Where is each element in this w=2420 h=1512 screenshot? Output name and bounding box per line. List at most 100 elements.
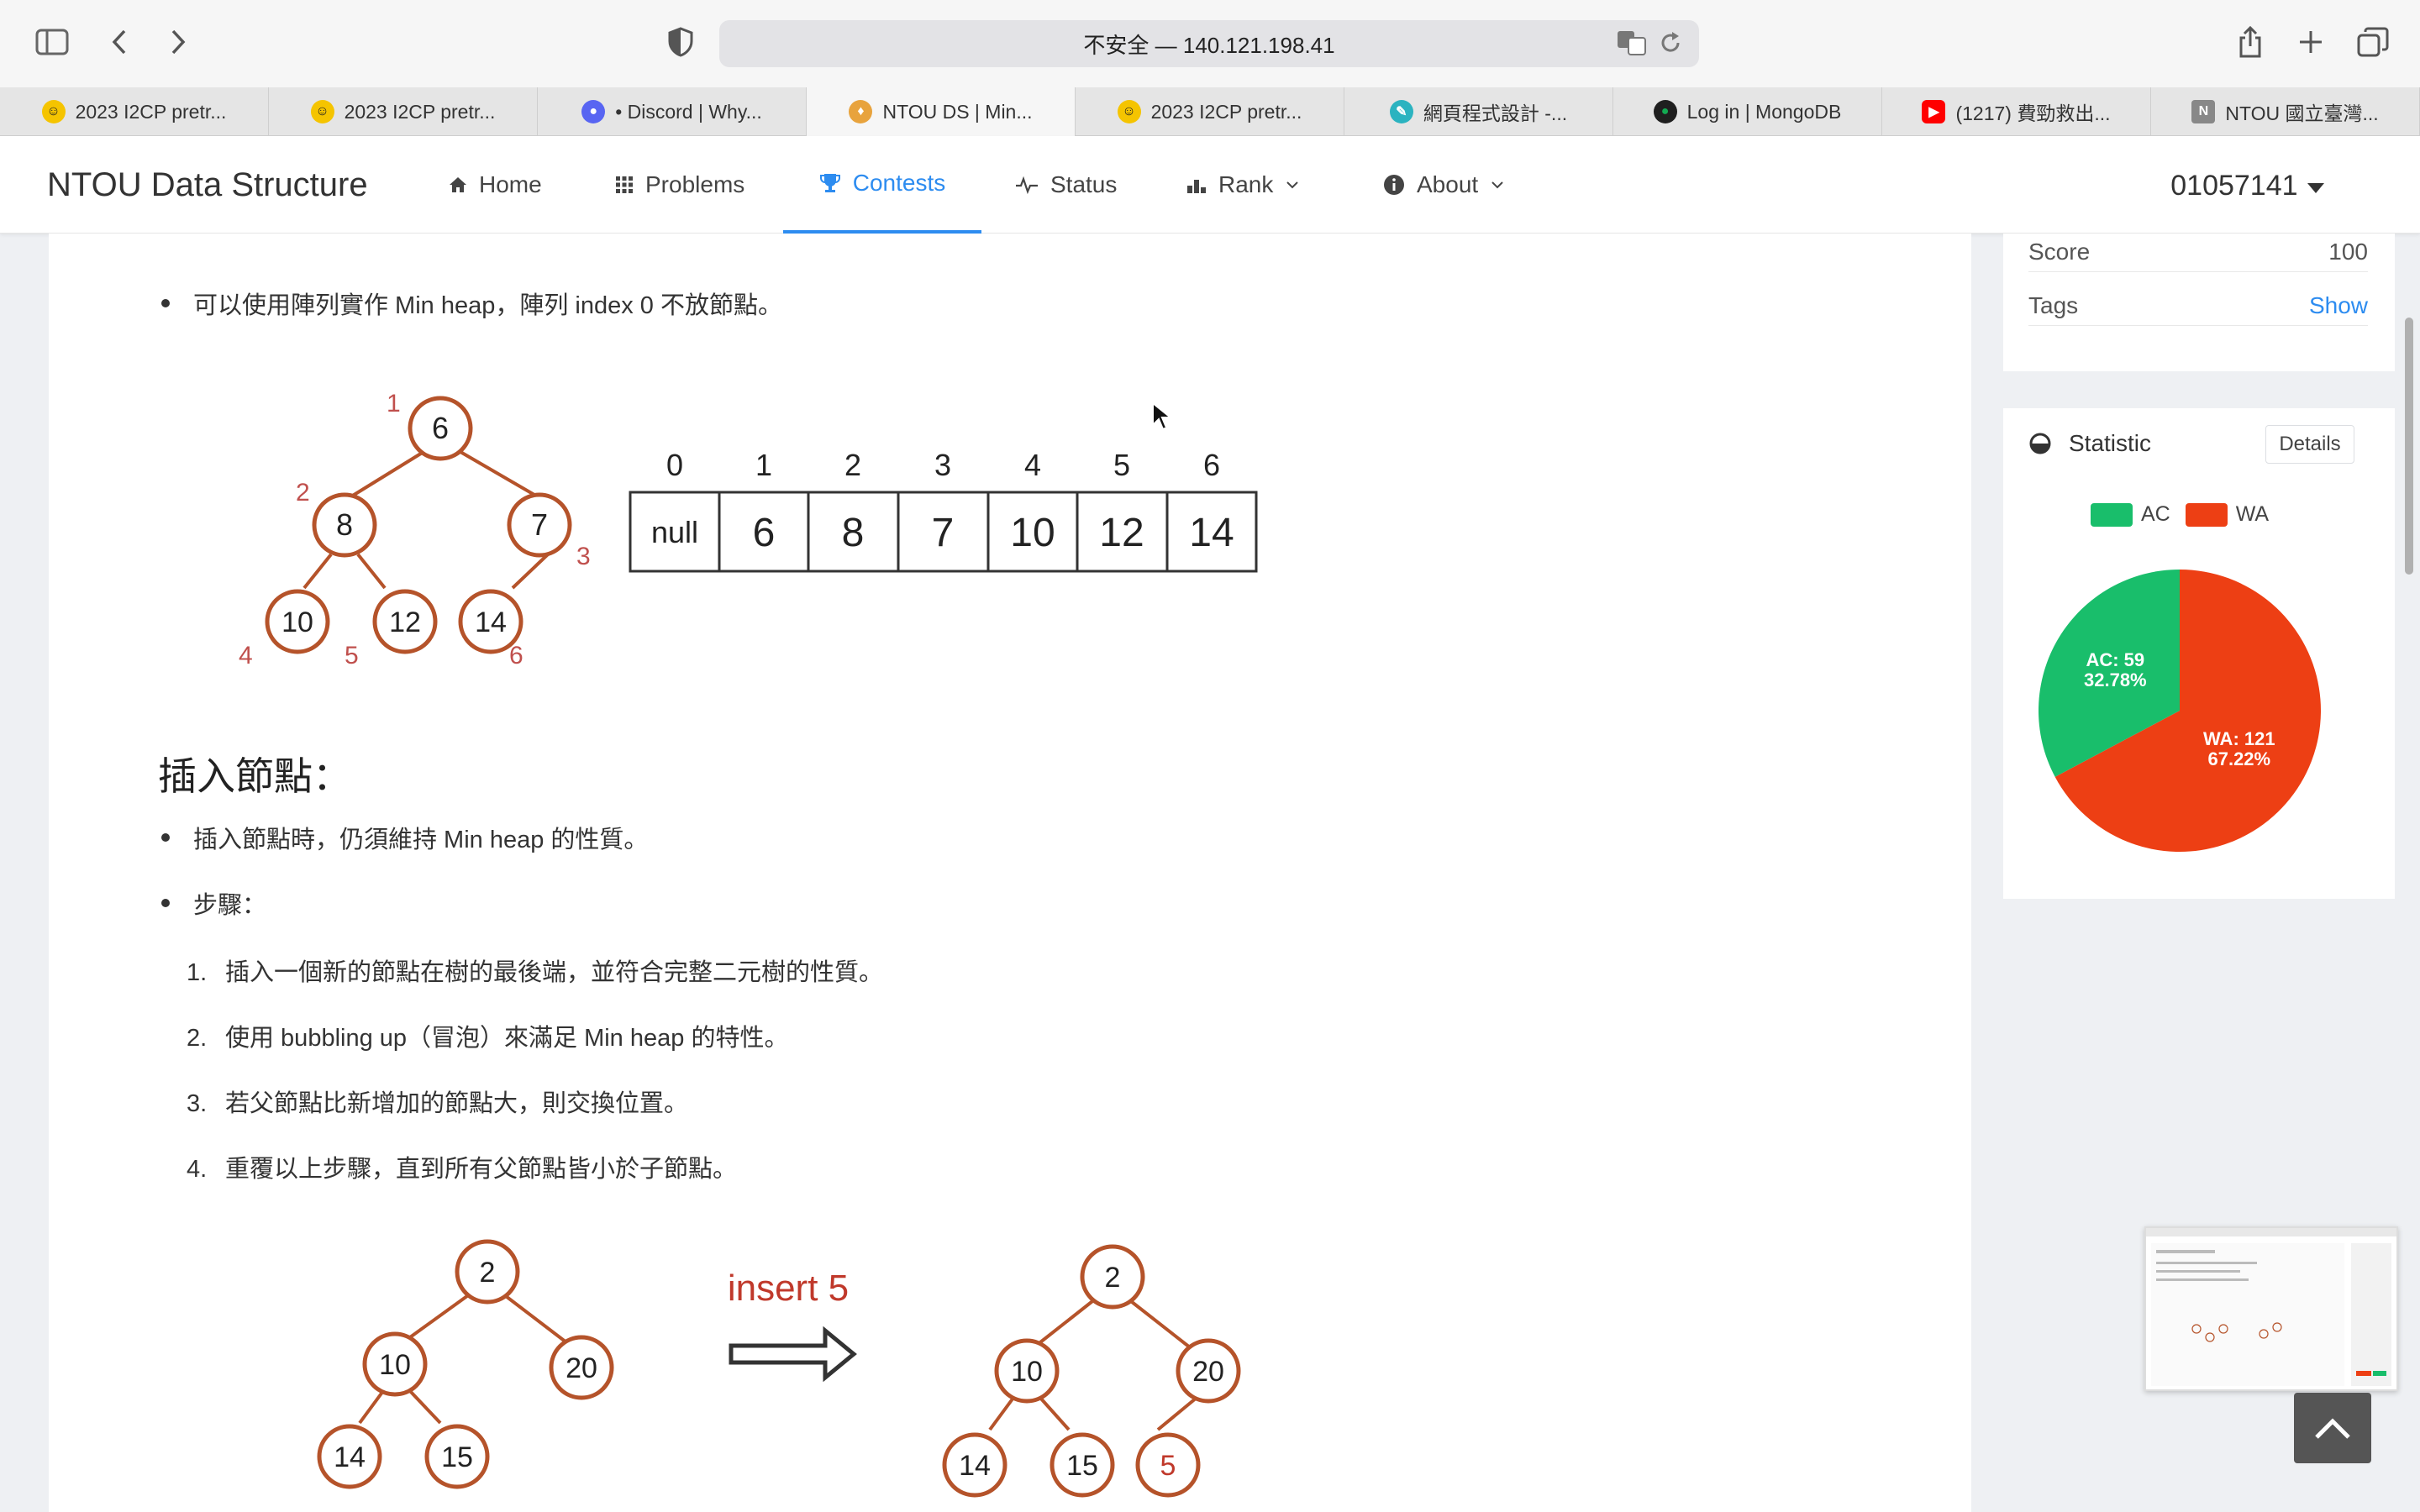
tab-i2cp-1[interactable]: ☺ 2023 I2CP pretr... <box>0 87 269 136</box>
forward-icon[interactable] <box>158 22 198 62</box>
bullet-array-impl: 可以使用陣列實作 Min heap，陣列 index 0 不放節點。 <box>161 286 782 321</box>
nav-rank-label: Rank <box>1218 171 1274 197</box>
tab-label: 網頁程式設計 -... <box>1423 102 1568 124</box>
nav-rank[interactable]: Rank <box>1186 136 1300 234</box>
array-index-0: 0 <box>666 448 683 482</box>
tree-node-4: 10 <box>265 589 330 654</box>
after-node-10: 10 <box>994 1338 1060 1404</box>
new-tab-icon[interactable] <box>2291 22 2331 62</box>
tab-web-programming[interactable]: ✎ 網頁程式設計 -... <box>1344 87 1613 136</box>
pen-icon: ✎ <box>1389 100 1413 123</box>
statistic-pie-chart <box>2039 570 2321 852</box>
array-cell-1: 6 <box>753 511 776 555</box>
step-1: 1. 插入一個新的節點在樹的最後端，並符合完整二元樹的性質。 <box>187 953 883 988</box>
legend-ac-label: AC <box>2141 502 2170 526</box>
tab-i2cp-2[interactable]: ☺ 2023 I2CP pretr... <box>269 87 538 136</box>
tree-index-2: 2 <box>296 479 310 507</box>
problem-description: 可以使用陣列實作 Min heap，陣列 index 0 不放節點。 6 8 7… <box>49 234 1971 1512</box>
tab-youtube[interactable]: ▶ (1217) 費勁救出... <box>1882 87 2151 136</box>
back-icon[interactable] <box>99 22 139 62</box>
tab-notion[interactable]: N NTOU 國立臺灣... <box>2151 87 2420 136</box>
nav-contests[interactable]: Contests <box>783 136 981 234</box>
nav-home-label: Home <box>479 171 542 197</box>
site-header: NTOU Data Structure Home Problems Contes… <box>0 136 2420 234</box>
tab-mongodb[interactable]: ● Log in | MongoDB <box>1613 87 1882 136</box>
after-node-5: 5 <box>1135 1432 1201 1498</box>
pie-chart-icon <box>2029 433 2051 454</box>
nav-status[interactable]: Status <box>1015 136 1117 234</box>
nav-problems[interactable]: Problems <box>615 136 744 234</box>
right-arrow-icon <box>729 1326 857 1383</box>
before-node-15: 15 <box>424 1424 490 1489</box>
tab-ntou-ds[interactable]: ♦ NTOU DS | Min... <box>807 87 1076 136</box>
tree-index-3: 3 <box>576 543 591 570</box>
legend-ac-swatch[interactable] <box>2091 502 2133 527</box>
statistic-title: Statistic <box>2069 430 2152 456</box>
insert-label: insert 5 <box>728 1268 849 1309</box>
svg-text:12: 12 <box>389 606 421 638</box>
translate-icon[interactable] <box>1617 30 1647 61</box>
before-node-2: 2 <box>455 1239 520 1305</box>
tree-node-3: 7 <box>507 492 572 558</box>
tab-overview-icon[interactable] <box>2353 22 2393 62</box>
array-index-3: 3 <box>934 448 951 482</box>
mongodb-icon: ● <box>1653 100 1677 123</box>
nav-home[interactable]: Home <box>449 136 542 234</box>
smiley-icon: ☺ <box>1117 100 1141 123</box>
tree-node-5: 12 <box>372 589 438 654</box>
pie-label-wa-count: WA: 121 <box>2203 728 2275 749</box>
chevron-down-icon <box>1286 181 1299 189</box>
chevron-up-icon <box>2315 1418 2350 1439</box>
discord-icon: ● <box>581 100 606 123</box>
pie-label-wa-percent: 67.22% <box>2207 748 2271 769</box>
svg-text:2: 2 <box>480 1257 496 1289</box>
step-3: 3. 若父節點比新增加的節點大，則交換位置。 <box>187 1084 688 1119</box>
nav-about[interactable]: About <box>1383 136 1505 234</box>
after-node-15: 15 <box>1050 1432 1115 1498</box>
after-node-14: 14 <box>942 1432 1007 1498</box>
share-icon[interactable] <box>2230 22 2270 62</box>
bullet-steps: 步驟： <box>161 885 266 921</box>
legend-wa-swatch[interactable] <box>2185 502 2228 527</box>
array-index-4: 4 <box>1024 448 1041 482</box>
tree-index-5: 5 <box>345 642 359 669</box>
step-number: 2. <box>187 1025 208 1052</box>
tags-row: Tags Show <box>2028 292 2368 326</box>
array-index-2: 2 <box>844 448 861 482</box>
array-cell-5: 12 <box>1099 511 1144 555</box>
tab-discord[interactable]: ● • Discord | Why... <box>538 87 807 136</box>
pie-label-ac-percent: 32.78% <box>2084 669 2147 690</box>
sidebar-toggle-icon[interactable] <box>32 22 72 62</box>
page-scrollbar[interactable] <box>2405 318 2413 575</box>
username: 01057141 <box>2170 170 2298 202</box>
site-brand[interactable]: NTOU Data Structure <box>47 166 368 204</box>
tab-label: 2023 I2CP pretr... <box>344 100 496 123</box>
details-button[interactable]: Details <box>2265 425 2354 464</box>
youtube-icon: ▶ <box>1922 100 1946 123</box>
privacy-shield-icon[interactable] <box>660 22 701 62</box>
svg-text:14: 14 <box>334 1441 366 1473</box>
section-title-insert: 插入節點： <box>158 754 351 798</box>
tab-i2cp-3[interactable]: ☺ 2023 I2CP pretr... <box>1076 87 1344 136</box>
tab-label: • Discord | Why... <box>615 100 762 123</box>
tab-label: Log in | MongoDB <box>1686 100 1842 123</box>
array-cell-0: null <box>651 515 698 549</box>
insert-figure: 2 10 20 14 15 2 10 20 14 15 5 insert 5 <box>317 1239 1241 1498</box>
after-node-20: 20 <box>1176 1338 1241 1404</box>
svg-text:7: 7 <box>531 507 548 542</box>
step-number: 4. <box>187 1156 208 1183</box>
reload-icon[interactable] <box>1659 30 1682 61</box>
svg-text:14: 14 <box>959 1450 991 1482</box>
bullet-dot <box>161 299 170 307</box>
chart-legend: AC WA <box>2091 502 2269 527</box>
page-minimap[interactable] <box>2144 1226 2398 1391</box>
address-bar[interactable]: 不安全 — 140.121.198.41 <box>719 20 1699 67</box>
home-icon <box>450 177 466 192</box>
before-node-10: 10 <box>362 1331 428 1397</box>
nav-contests-label: Contests <box>852 170 946 196</box>
show-tags-link[interactable]: Show <box>2309 292 2368 319</box>
user-menu[interactable]: 01057141 <box>2170 170 2326 202</box>
chevron-down-icon <box>1491 181 1503 189</box>
bullet-dot <box>161 833 170 842</box>
back-to-top-button[interactable] <box>2294 1393 2371 1463</box>
